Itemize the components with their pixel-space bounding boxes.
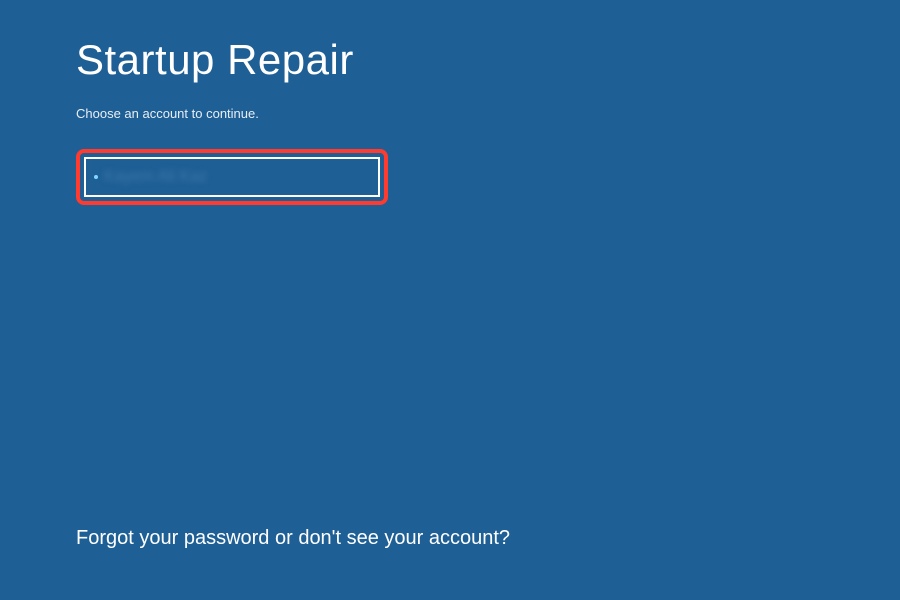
choose-account-subtitle: Choose an account to continue.: [76, 106, 824, 121]
bullet-icon: [94, 175, 98, 179]
forgot-password-link[interactable]: Forgot your password or don't see your a…: [76, 527, 510, 550]
account-option[interactable]: Kayem Ali Kaz: [84, 157, 380, 197]
account-name-label: Kayem Ali Kaz: [104, 168, 207, 186]
account-highlight: Kayem Ali Kaz: [76, 149, 388, 205]
page-title: Startup Repair: [76, 36, 824, 84]
